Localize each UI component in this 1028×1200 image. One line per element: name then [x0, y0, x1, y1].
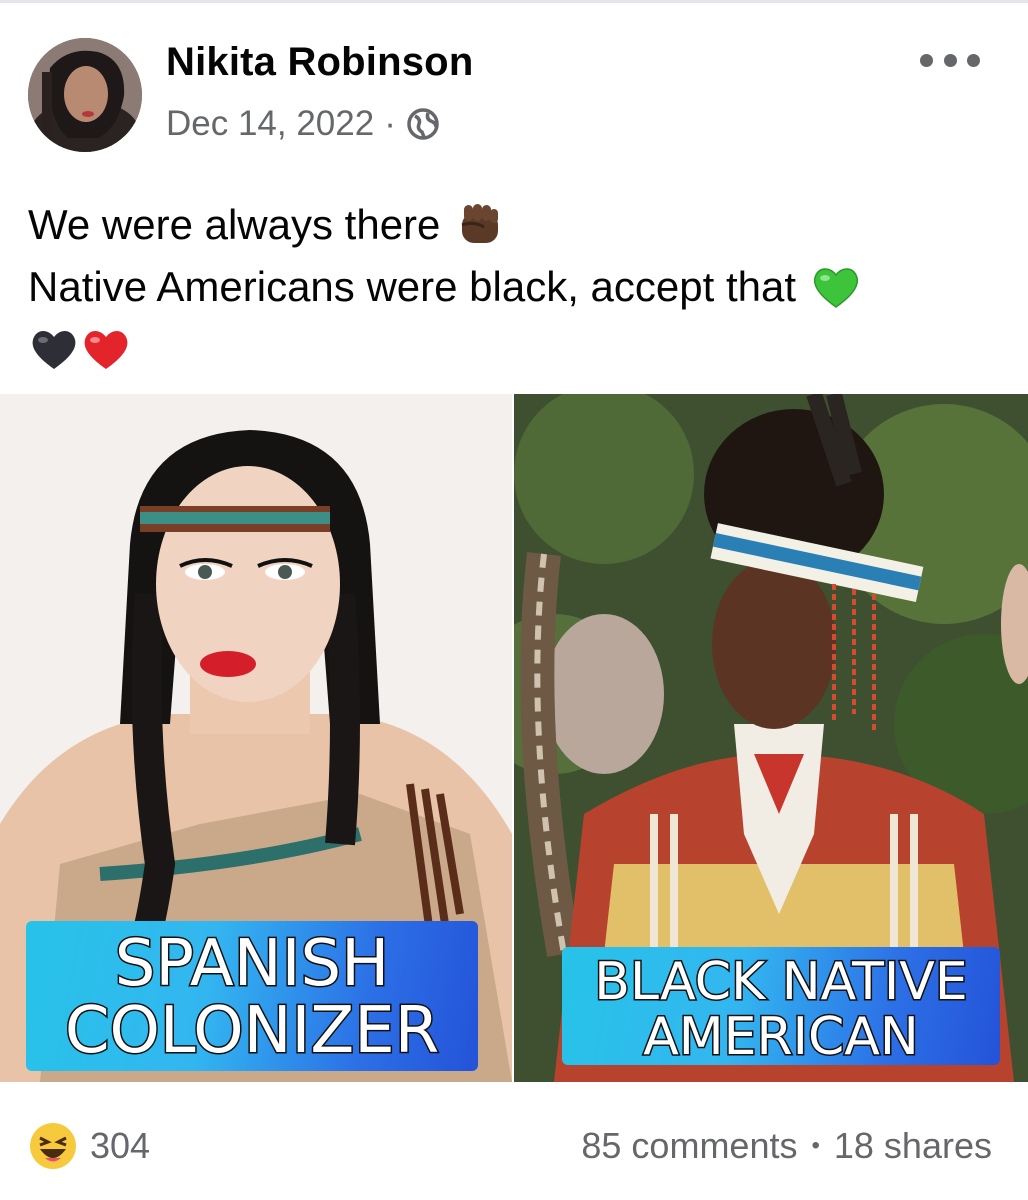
post-text: We were always there Native Americans we…: [28, 194, 988, 380]
post-text-line: Native Americans were black, accept that: [28, 256, 988, 318]
more-dot: [920, 53, 933, 67]
author-avatar[interactable]: [28, 38, 142, 152]
author-name[interactable]: Nikita Robinson: [166, 40, 473, 85]
green-heart-emoji: [813, 268, 859, 308]
haha-emoji-icon: [30, 1123, 76, 1169]
post-text-line-1: We were always there: [28, 201, 441, 248]
left-caption-line-2: COLONIZER: [63, 994, 440, 1069]
globe-icon[interactable]: [406, 107, 440, 141]
comments-link[interactable]: 85 comments: [581, 1125, 797, 1167]
black-heart-emoji: [32, 331, 76, 369]
right-caption-line-2: AMERICAN: [642, 1006, 921, 1067]
left-caption-line-1: SPANISH: [113, 927, 390, 1001]
post-text-line-2: Native Americans were black, accept that: [28, 263, 797, 310]
raised-fist-dark-skin-emoji: [461, 204, 499, 243]
more-options-icon[interactable]: [920, 42, 980, 78]
post-text-line: [28, 318, 988, 380]
post-card: Nikita Robinson Dec 14, 2022 · We were a…: [0, 0, 1028, 1200]
post-date[interactable]: Dec 14, 2022: [166, 104, 374, 144]
post-text-line: We were always there: [28, 194, 988, 256]
more-dot: [943, 53, 957, 67]
right-photo[interactable]: BLACK NATIVE AMERICAN: [514, 394, 1028, 1082]
shares-link[interactable]: 18 shares: [834, 1125, 992, 1167]
engagement-stats: 85 comments • 18 shares: [581, 1122, 992, 1170]
reaction-count: 304: [90, 1125, 151, 1166]
stats-separator: •: [811, 1132, 820, 1159]
left-photo[interactable]: SPANISH COLONIZER: [0, 394, 512, 1082]
right-caption-line-1: BLACK NATIVE: [593, 952, 969, 1012]
left-caption: SPANISH COLONIZER: [26, 921, 478, 1071]
right-caption: BLACK NATIVE AMERICAN: [562, 947, 1000, 1065]
reaction-summary[interactable]: 304: [28, 1120, 150, 1172]
more-dot: [967, 53, 980, 67]
meta-separator: ·: [384, 104, 396, 143]
red-heart-emoji: [84, 331, 128, 369]
post-meta: Dec 14, 2022 ·: [166, 102, 440, 146]
